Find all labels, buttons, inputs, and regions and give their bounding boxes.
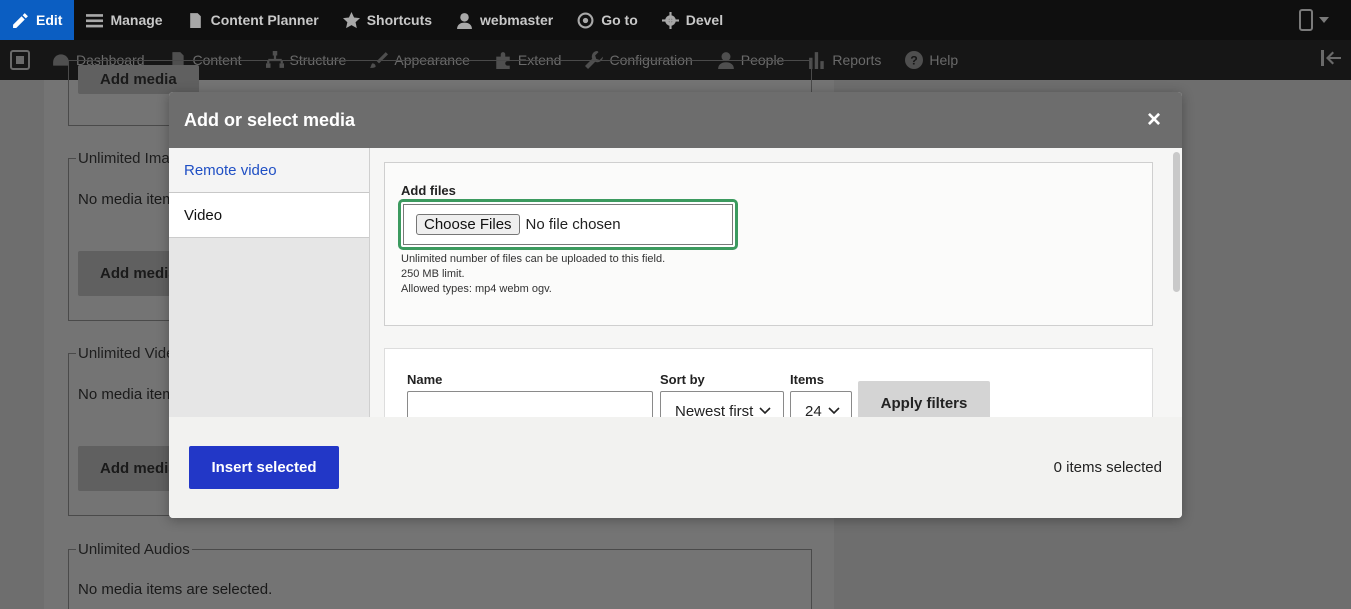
toolbar-content-planner-label: Content Planner: [210, 12, 319, 28]
document-icon: [189, 12, 201, 28]
insert-selected-button[interactable]: Insert selected: [189, 446, 339, 489]
media-library-dialog: Add or select media × Remote video Video…: [169, 92, 1182, 518]
add-media-button-top[interactable]: Add media: [78, 65, 199, 94]
no-items-text-audios: No media items are selected.: [78, 581, 273, 598]
sort-by-label: Sort by: [660, 372, 705, 387]
toolbar-devel[interactable]: Devel: [650, 0, 735, 40]
tray-help[interactable]: ? Help: [893, 51, 970, 69]
svg-text:?: ?: [911, 54, 919, 68]
toolbar-manage[interactable]: Manage: [74, 0, 174, 40]
no-items-text-videos: No media item: [78, 386, 175, 403]
filters-form: Name Sort by Newest first Items 24 Apply…: [384, 348, 1153, 417]
tab-video[interactable]: Video: [169, 193, 369, 238]
chevron-down-icon: [759, 407, 771, 415]
expand-icon: [10, 50, 30, 70]
sort-by-value: Newest first: [675, 402, 754, 418]
toolbar-devel-label: Devel: [685, 12, 724, 28]
fieldset-videos-legend: Unlimited Vide: [76, 345, 177, 362]
goto-icon: [577, 12, 594, 28]
help-icon: ?: [905, 51, 924, 69]
toolbar-shortcuts[interactable]: Shortcuts: [331, 0, 444, 40]
items-per-page-select[interactable]: 24: [790, 391, 852, 417]
admin-toolbar: Edit Manage Content Planner Shortcuts we…: [0, 0, 1351, 40]
name-filter-label: Name: [407, 372, 443, 387]
sort-by-select[interactable]: Newest first: [660, 391, 784, 417]
fieldset-audios: [68, 549, 812, 609]
toolbar-user[interactable]: webmaster: [444, 0, 565, 40]
user-icon: [457, 12, 472, 29]
upload-form: Add files Choose Files No file chosen Un…: [384, 162, 1153, 326]
choose-files-button[interactable]: Choose Files: [416, 214, 520, 235]
fieldset-images-legend: Unlimited Ima: [76, 150, 172, 167]
selection-count: 0 items selected: [1053, 459, 1162, 476]
toolbar-edit[interactable]: Edit: [0, 0, 75, 40]
upload-help-limit: Unlimited number of files can be uploade…: [401, 253, 666, 265]
tray-help-label: Help: [929, 52, 959, 68]
items-per-page-label: Items: [790, 372, 824, 387]
tray-toggle[interactable]: [0, 40, 40, 80]
orientation-toggle[interactable]: [1299, 9, 1351, 31]
toolbar-goto[interactable]: Go to: [565, 0, 650, 40]
add-files-label: Add files: [401, 183, 456, 198]
pencil-icon: [13, 12, 28, 28]
collapse-tray-button[interactable]: [1321, 49, 1351, 71]
toolbar-user-label: webmaster: [480, 12, 554, 28]
file-status-text: No file chosen: [525, 216, 621, 233]
dialog-footer: Insert selected 0 items selected: [169, 417, 1182, 518]
gear-icon: [661, 11, 679, 29]
chevron-down-icon: [1319, 17, 1329, 23]
hamburger-icon: [86, 13, 104, 27]
toolbar-content-planner[interactable]: Content Planner: [175, 0, 331, 40]
upload-help-size: 250 MB limit.: [401, 268, 465, 280]
items-per-page-value: 24: [805, 402, 822, 418]
toolbar-shortcuts-label: Shortcuts: [366, 12, 433, 28]
mobile-device-icon: [1299, 9, 1313, 31]
chevron-down-icon: [828, 407, 840, 415]
toolbar-goto-label: Go to: [601, 12, 638, 28]
no-items-text-images: No media item: [78, 191, 175, 208]
media-type-menu: Remote video Video: [169, 148, 370, 417]
tray-reports-label: Reports: [832, 52, 882, 68]
media-library-content: Add files Choose Files No file chosen Un…: [370, 148, 1182, 417]
collapse-icon: [1321, 49, 1341, 66]
file-upload-field[interactable]: Choose Files No file chosen: [398, 199, 738, 250]
name-filter-input[interactable]: [407, 391, 653, 417]
file-input[interactable]: Choose Files No file chosen: [403, 204, 733, 245]
dialog-header: Add or select media ×: [169, 92, 1182, 148]
content-scrollbar[interactable]: [1173, 152, 1180, 292]
star-icon: [342, 11, 360, 28]
fieldset-audios-legend: Unlimited Audios: [76, 541, 192, 558]
dialog-body: Remote video Video Add files Choose File…: [169, 148, 1182, 417]
upload-help-types: Allowed types: mp4 webm ogv.: [401, 283, 552, 295]
apply-filters-button[interactable]: Apply filters: [858, 381, 990, 417]
tab-remote-video[interactable]: Remote video: [169, 148, 369, 193]
toolbar-edit-label: Edit: [36, 12, 63, 28]
close-icon[interactable]: ×: [1147, 108, 1167, 132]
dialog-title: Add or select media: [184, 109, 356, 130]
toolbar-manage-label: Manage: [110, 12, 163, 28]
